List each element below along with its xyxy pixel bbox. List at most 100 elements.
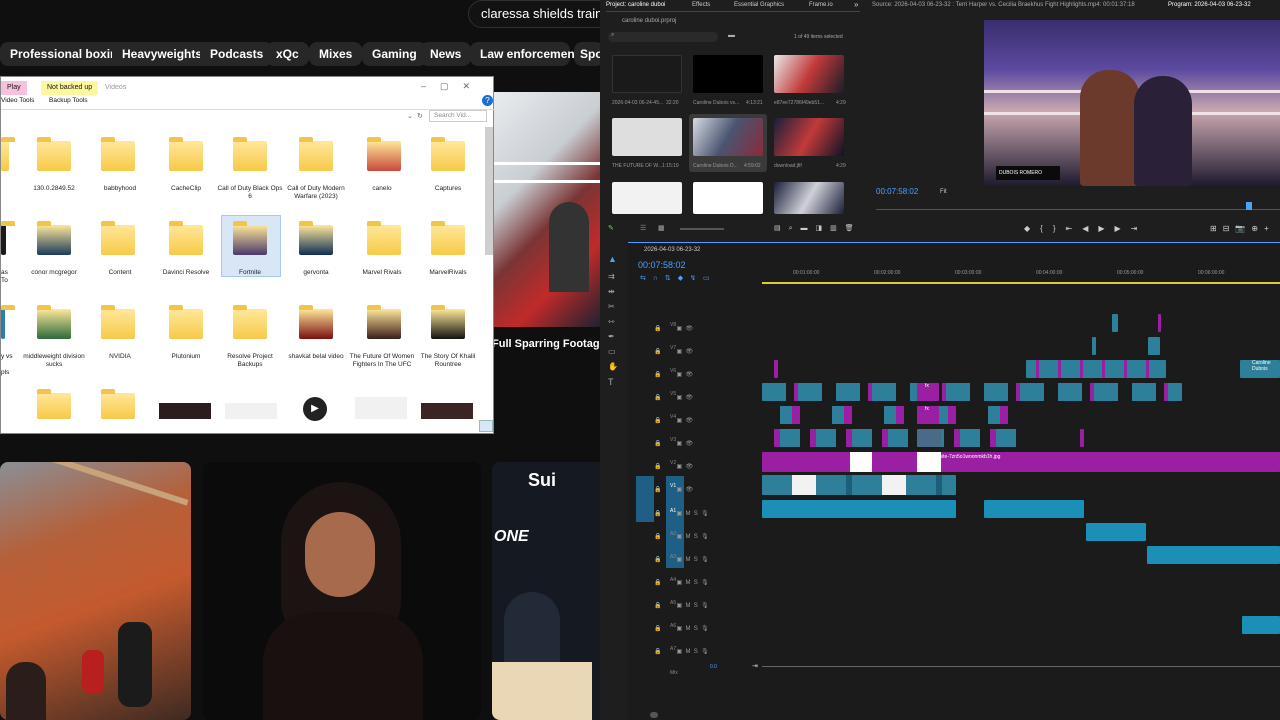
help-icon[interactable]: ? bbox=[482, 95, 493, 106]
folder-icon[interactable] bbox=[299, 305, 333, 339]
more-panels-icon[interactable]: » bbox=[854, 0, 858, 9]
clip-thumbnail[interactable] bbox=[693, 55, 763, 93]
folder-icon[interactable] bbox=[169, 137, 203, 171]
pen-tool-icon[interactable]: ✒ bbox=[608, 332, 615, 341]
chip-gaming[interactable]: Gaming bbox=[362, 42, 427, 66]
video-track-controls[interactable]: 🔒 ▣ 👁 🔒 ▣ 👁 🔒 ▣ 👁 🔒 ▣ 👁 🔒 ▣ 👁 🔒 ▣ 👁 🔒 ▣ … bbox=[654, 318, 693, 502]
track-select-tool-icon[interactable]: ⇉ bbox=[608, 272, 615, 281]
scrollbar[interactable] bbox=[485, 127, 493, 255]
video-clip[interactable] bbox=[762, 406, 1022, 424]
audio-track-controls[interactable]: 🔒 ▣ M S 🎙 🔒 ▣ M S 🎙 🔒 ▣ M S 🎙 🔒 ▣ M S 🎙 … bbox=[654, 503, 709, 664]
chip-xqc[interactable]: xQc bbox=[266, 42, 309, 66]
chip-heavyweights[interactable]: Heavyweights bbox=[112, 42, 213, 66]
folder-icon[interactable] bbox=[299, 221, 333, 255]
gym-video-thumbnail[interactable] bbox=[0, 462, 191, 720]
clip-thumbnail[interactable] bbox=[612, 118, 682, 156]
video-clip[interactable] bbox=[774, 429, 1024, 447]
audio-clip[interactable] bbox=[1086, 523, 1146, 541]
tab-videos[interactable]: Videos bbox=[99, 81, 132, 95]
transport-controls[interactable]: ◆{}⇤◀▶▶⇥ bbox=[1024, 224, 1147, 233]
video-clip[interactable] bbox=[762, 475, 956, 495]
window-controls[interactable]: –▢✕ bbox=[421, 81, 484, 92]
timeline-tool-buttons[interactable]: ⇆∩⇅◆↯▭ bbox=[640, 274, 717, 282]
folder-icon[interactable] bbox=[169, 221, 203, 255]
playhead-marker[interactable] bbox=[1246, 202, 1252, 210]
clip-thumbnail[interactable] bbox=[693, 182, 763, 214]
video-thumbnail[interactable] bbox=[421, 403, 473, 419]
video-thumbnail[interactable] bbox=[159, 403, 211, 419]
audio-clip[interactable] bbox=[1147, 546, 1280, 564]
play-icon[interactable]: ▶ bbox=[303, 397, 327, 421]
white-clip[interactable] bbox=[850, 452, 872, 472]
tab-play[interactable]: Play bbox=[1, 81, 27, 95]
folder-label[interactable]: middleweight division sucks bbox=[19, 353, 89, 369]
project-search-input[interactable] bbox=[608, 32, 718, 42]
ribbon-backup-tools[interactable]: Backup Tools bbox=[49, 97, 88, 104]
folder-icon[interactable] bbox=[37, 305, 71, 339]
folder-icon[interactable] bbox=[431, 221, 465, 255]
search-query[interactable]: claressa shields training bbox=[468, 0, 608, 28]
zoom-slider[interactable] bbox=[680, 228, 724, 230]
clip-thumbnail[interactable] bbox=[774, 118, 844, 156]
export-frame-buttons[interactable]: ⊞⊟📷⊕+ bbox=[1210, 224, 1275, 233]
folder-label[interactable]: canelo bbox=[347, 185, 417, 193]
icon-view-icon[interactable]: ▦ bbox=[658, 224, 665, 232]
folder-icon[interactable] bbox=[367, 137, 401, 171]
audio-clip[interactable] bbox=[984, 500, 1084, 518]
video-clip[interactable] bbox=[762, 383, 1182, 401]
video-clip[interactable] bbox=[1148, 337, 1160, 355]
type-tool-icon[interactable]: T bbox=[608, 377, 614, 387]
project-panel-buttons[interactable]: ▤⌕▬◨▥🗑 bbox=[774, 224, 862, 233]
folder-icon[interactable] bbox=[367, 221, 401, 255]
timeline-zoom-handle[interactable] bbox=[650, 712, 658, 718]
program-monitor-frame[interactable]: DUBOIS ROMERO bbox=[984, 20, 1280, 186]
folder-label[interactable]: Marvel Rivals bbox=[347, 269, 417, 277]
video-clip[interactable]: fx bbox=[917, 383, 939, 401]
folder-icon[interactable] bbox=[431, 137, 465, 171]
new-bin-icon[interactable]: ▬ bbox=[728, 32, 735, 39]
video-clip[interactable]: Caroline Dubois bbox=[1240, 360, 1280, 378]
video-clip[interactable] bbox=[762, 452, 1280, 472]
folder-label[interactable]: Call of Duty Black Ops 6 bbox=[215, 185, 285, 201]
pencil-icon[interactable]: ✎ bbox=[608, 224, 614, 232]
search-field[interactable]: Search Vid... bbox=[429, 110, 487, 122]
folder-label[interactable]: conor mcgregor bbox=[19, 269, 89, 277]
tab-not-backed-up[interactable]: Not backed up bbox=[41, 81, 99, 95]
video-clip[interactable] bbox=[1080, 429, 1084, 447]
chip-mixes[interactable]: Mixes bbox=[309, 42, 363, 66]
chip-news[interactable]: News bbox=[420, 42, 472, 66]
folder-label[interactable]: gervonta bbox=[281, 269, 351, 277]
folder-icon[interactable] bbox=[37, 389, 71, 419]
folder-label[interactable]: Call of Duty Modern Warfare (2023) bbox=[281, 185, 351, 201]
video-clip[interactable] bbox=[1026, 360, 1166, 378]
clip-thumbnail[interactable] bbox=[612, 182, 682, 214]
folder-icon[interactable] bbox=[37, 221, 71, 255]
source-tab[interactable]: Source: 2026-04-03 06-23-32 : Terri Harp… bbox=[872, 2, 1135, 8]
folder-label[interactable]: Resolve Project Backups bbox=[215, 353, 285, 369]
v1-a1-source-patch[interactable] bbox=[636, 476, 654, 522]
ripple-edit-tool-icon[interactable]: ⇹ bbox=[608, 287, 615, 296]
folder-icon[interactable] bbox=[169, 305, 203, 339]
clip-thumbnail[interactable] bbox=[774, 182, 844, 214]
video-clip[interactable] bbox=[1092, 337, 1096, 355]
video-clip[interactable] bbox=[917, 429, 941, 447]
folder-label[interactable]: Content bbox=[85, 269, 155, 277]
frameio-tab[interactable]: Frame.io bbox=[809, 2, 833, 8]
sparring-video-thumbnail[interactable] bbox=[494, 92, 600, 327]
folder-label[interactable]: The Story Of Khalil Rountree bbox=[413, 353, 483, 369]
folder-icon[interactable] bbox=[233, 305, 267, 339]
video-title[interactable]: Full Sparring Footage bbox=[492, 338, 606, 350]
mix-value[interactable]: 0.0 bbox=[710, 664, 717, 670]
folder-icon[interactable] bbox=[367, 305, 401, 339]
clip-thumbnail[interactable] bbox=[774, 55, 844, 93]
video-clip[interactable] bbox=[1112, 314, 1118, 332]
folder-label[interactable]: MarvelRivals bbox=[413, 269, 483, 277]
hand-tool-icon[interactable]: ✋ bbox=[608, 362, 618, 371]
video-clip[interactable] bbox=[1158, 314, 1161, 332]
folder-icon[interactable] bbox=[101, 305, 135, 339]
folder-label[interactable]: Captures bbox=[413, 185, 483, 193]
folder-label[interactable]: CacheClip bbox=[151, 185, 221, 193]
sequence-tab[interactable]: 2026-04-03 06-23-32 bbox=[644, 247, 700, 253]
folder-icon[interactable] bbox=[233, 221, 267, 255]
folder-label[interactable]: NVIDIA bbox=[85, 353, 155, 361]
